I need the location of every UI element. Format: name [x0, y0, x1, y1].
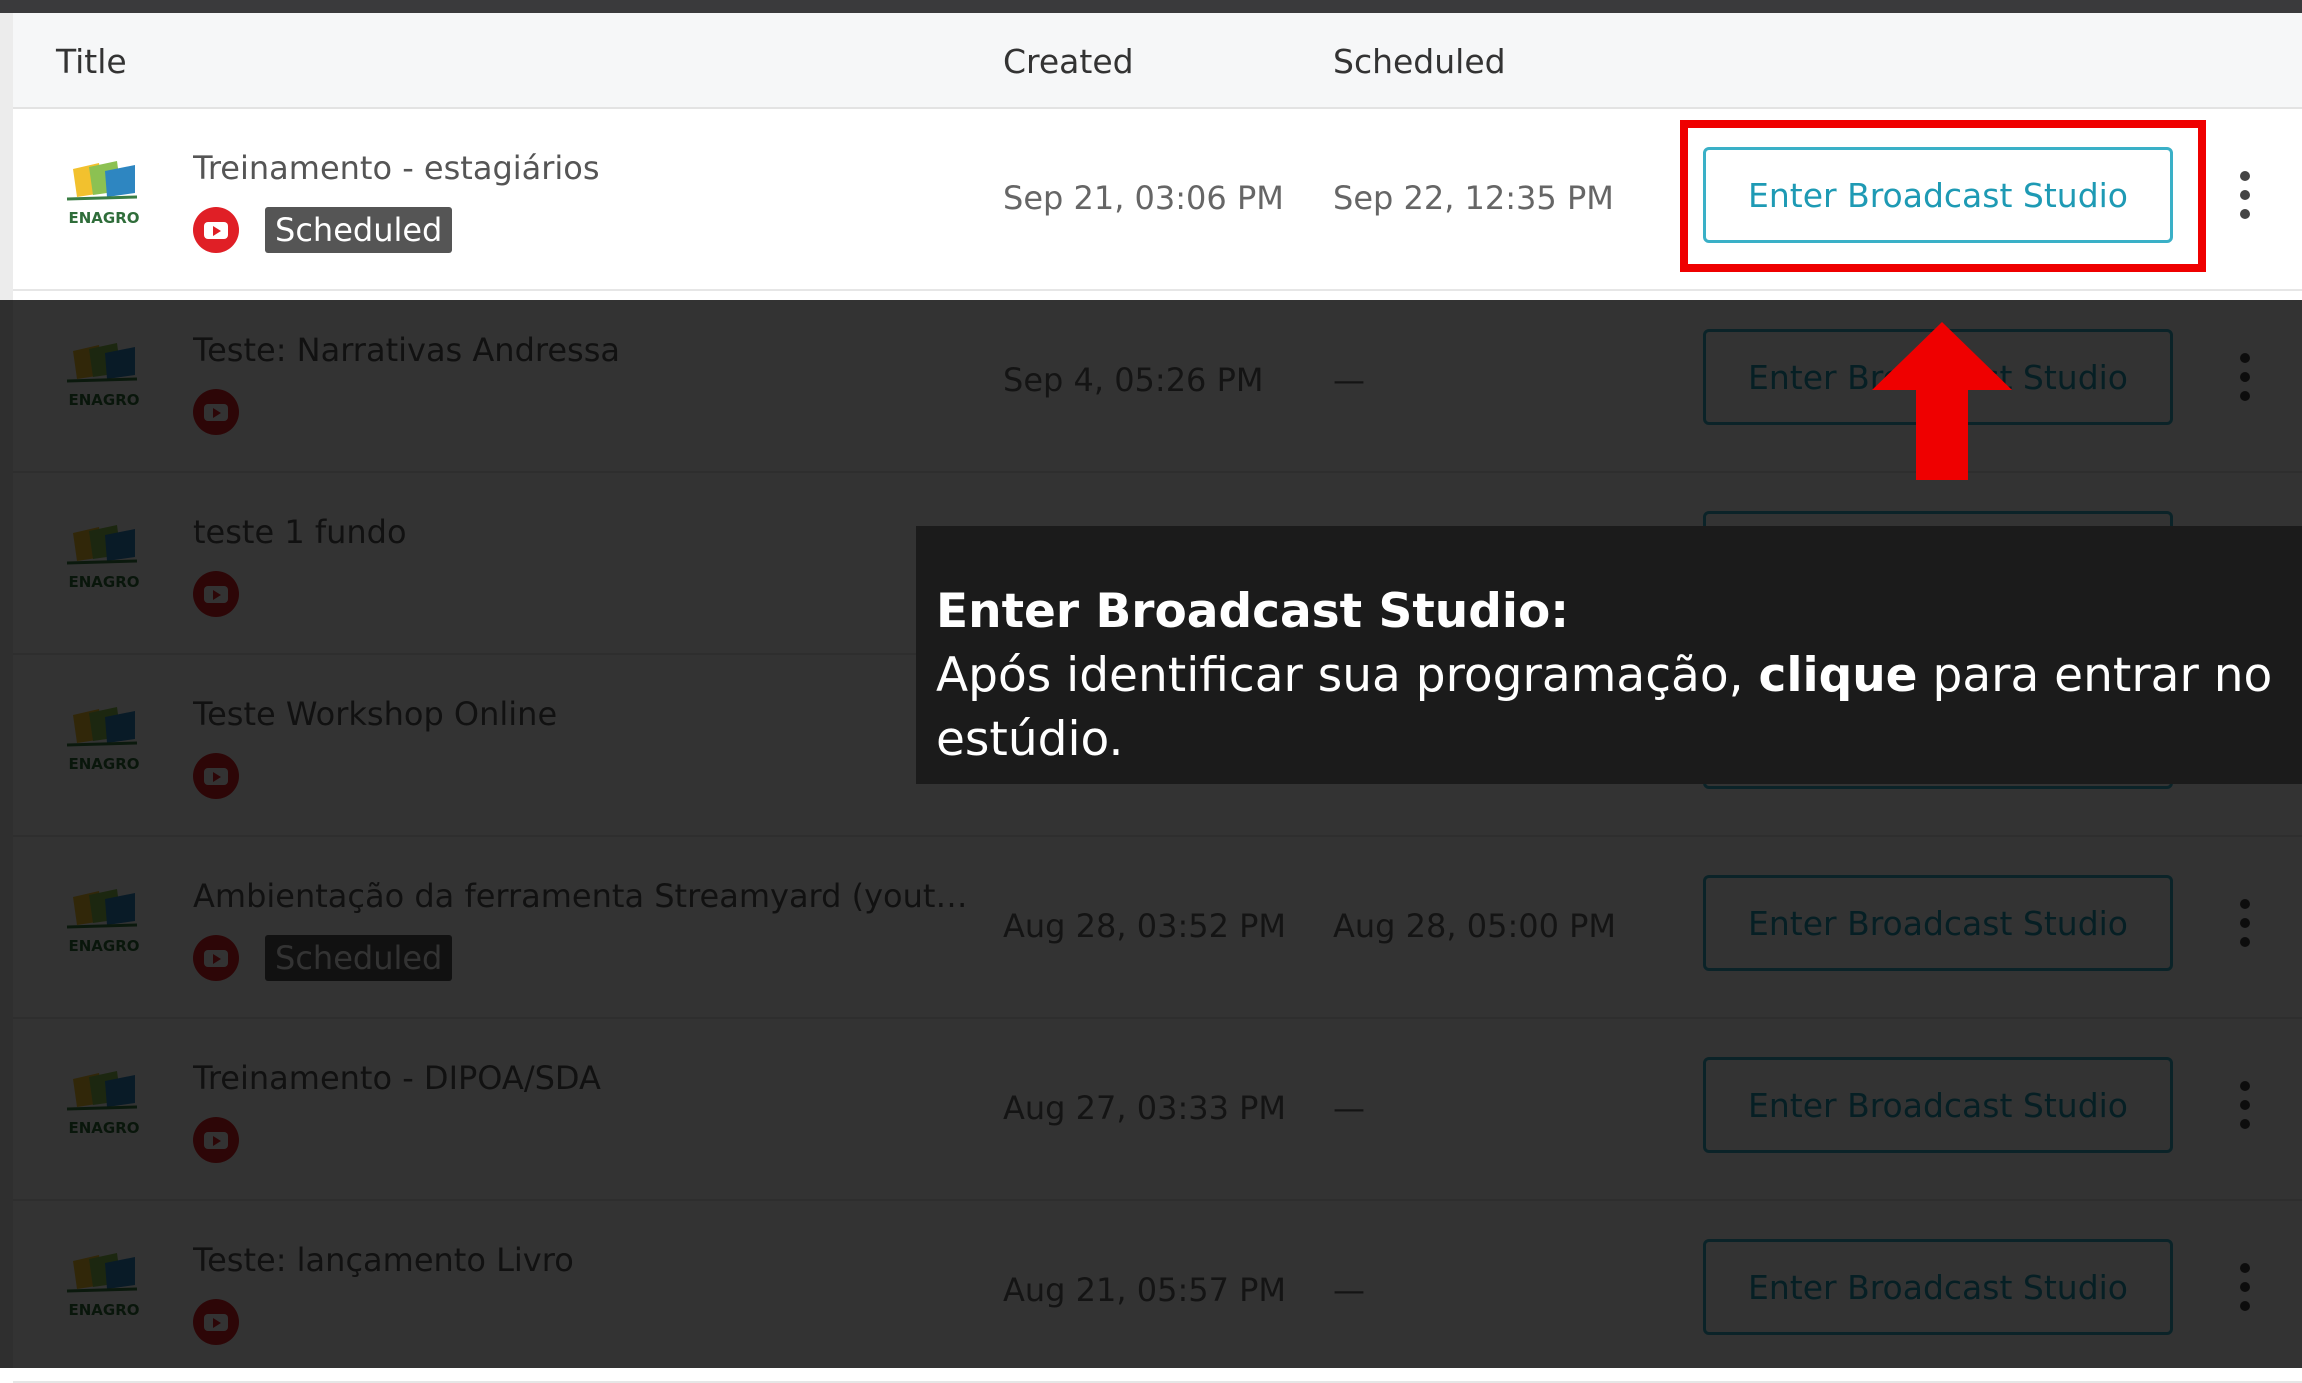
created-date: Aug 27, 03:33 PM	[1003, 1089, 1287, 1127]
more-options-icon[interactable]	[2236, 899, 2254, 947]
created-date: Aug 21, 05:57 PM	[1003, 1271, 1287, 1309]
youtube-icon	[193, 1117, 239, 1163]
table-header: Title Created Scheduled	[13, 13, 2302, 109]
scheduled-date: —	[1333, 361, 1365, 399]
instruction-callout: Enter Broadcast Studio: Após identificar…	[916, 526, 2302, 784]
broadcast-title[interactable]: Treinamento - estagiários	[193, 149, 973, 187]
callout-text-start: Após identificar sua programação,	[936, 648, 1759, 703]
scheduled-date: —	[1333, 1089, 1365, 1127]
youtube-icon	[193, 1299, 239, 1345]
top-bar	[0, 0, 2302, 13]
status-badge: Scheduled	[265, 935, 453, 981]
broadcast-title[interactable]: Treinamento - DIPOA/SDA	[193, 1059, 973, 1097]
youtube-icon	[193, 389, 239, 435]
table-row[interactable]: ENAGRO Teste: lançamento Livro Aug 21, 0…	[13, 1201, 2302, 1383]
enagro-logo: ENAGRO	[59, 887, 149, 959]
more-options-icon[interactable]	[2236, 1081, 2254, 1129]
svg-text:ENAGRO: ENAGRO	[68, 209, 139, 227]
enagro-logo: ENAGRO	[59, 159, 149, 231]
header-scheduled: Scheduled	[1333, 42, 1506, 81]
youtube-icon	[193, 753, 239, 799]
highlight-box	[1680, 120, 2206, 272]
broadcast-title[interactable]: Teste: Narrativas Andressa	[193, 331, 973, 369]
enter-broadcast-studio-button[interactable]: Enter Broadcast Studio	[1703, 1239, 2173, 1335]
youtube-icon	[193, 935, 239, 981]
svg-text:ENAGRO: ENAGRO	[68, 1301, 139, 1319]
enagro-logo: ENAGRO	[59, 523, 149, 595]
svg-text:ENAGRO: ENAGRO	[68, 937, 139, 955]
broadcast-title[interactable]: Ambientação da ferramenta Streamyard (yo…	[193, 877, 973, 915]
enter-broadcast-studio-button[interactable]: Enter Broadcast Studio	[1703, 875, 2173, 971]
broadcast-title[interactable]: Teste Workshop Online	[193, 695, 973, 733]
table-row[interactable]: ENAGRO Treinamento - DIPOA/SDA Aug 27, 0…	[13, 1019, 2302, 1201]
left-edge	[0, 13, 13, 1368]
more-options-icon[interactable]	[2236, 1263, 2254, 1311]
svg-text:ENAGRO: ENAGRO	[68, 391, 139, 409]
callout-heading: Enter Broadcast Studio:	[936, 584, 1570, 639]
broadcast-title[interactable]: Teste: lançamento Livro	[193, 1241, 973, 1279]
youtube-icon	[193, 207, 239, 253]
created-date: Sep 21, 03:06 PM	[1003, 179, 1284, 217]
more-options-icon[interactable]	[2236, 171, 2254, 219]
broadcast-title[interactable]: teste 1 fundo	[193, 513, 973, 551]
enter-broadcast-studio-button[interactable]: Enter Broadcast Studio	[1703, 1057, 2173, 1153]
enagro-logo: ENAGRO	[59, 705, 149, 777]
more-options-icon[interactable]	[2236, 353, 2254, 401]
scheduled-date: Aug 28, 05:00 PM	[1333, 907, 1617, 945]
svg-text:ENAGRO: ENAGRO	[68, 755, 139, 773]
created-date: Sep 4, 05:26 PM	[1003, 361, 1264, 399]
enagro-logo: ENAGRO	[59, 1069, 149, 1141]
up-arrow-icon	[1872, 322, 2012, 480]
header-created: Created	[1003, 42, 1134, 81]
youtube-icon	[193, 571, 239, 617]
svg-text:ENAGRO: ENAGRO	[68, 573, 139, 591]
enagro-logo: ENAGRO	[59, 341, 149, 413]
header-title: Title	[56, 42, 127, 81]
status-badge: Scheduled	[265, 207, 453, 253]
table-row[interactable]: ENAGRO Ambientação da ferramenta Streamy…	[13, 837, 2302, 1019]
callout-bold-word: clique	[1758, 648, 1918, 703]
created-date: Aug 28, 03:52 PM	[1003, 907, 1287, 945]
scheduled-date: —	[1333, 1271, 1365, 1309]
enagro-logo: ENAGRO	[59, 1251, 149, 1323]
svg-text:ENAGRO: ENAGRO	[68, 1119, 139, 1137]
scheduled-date: Sep 22, 12:35 PM	[1333, 179, 1614, 217]
